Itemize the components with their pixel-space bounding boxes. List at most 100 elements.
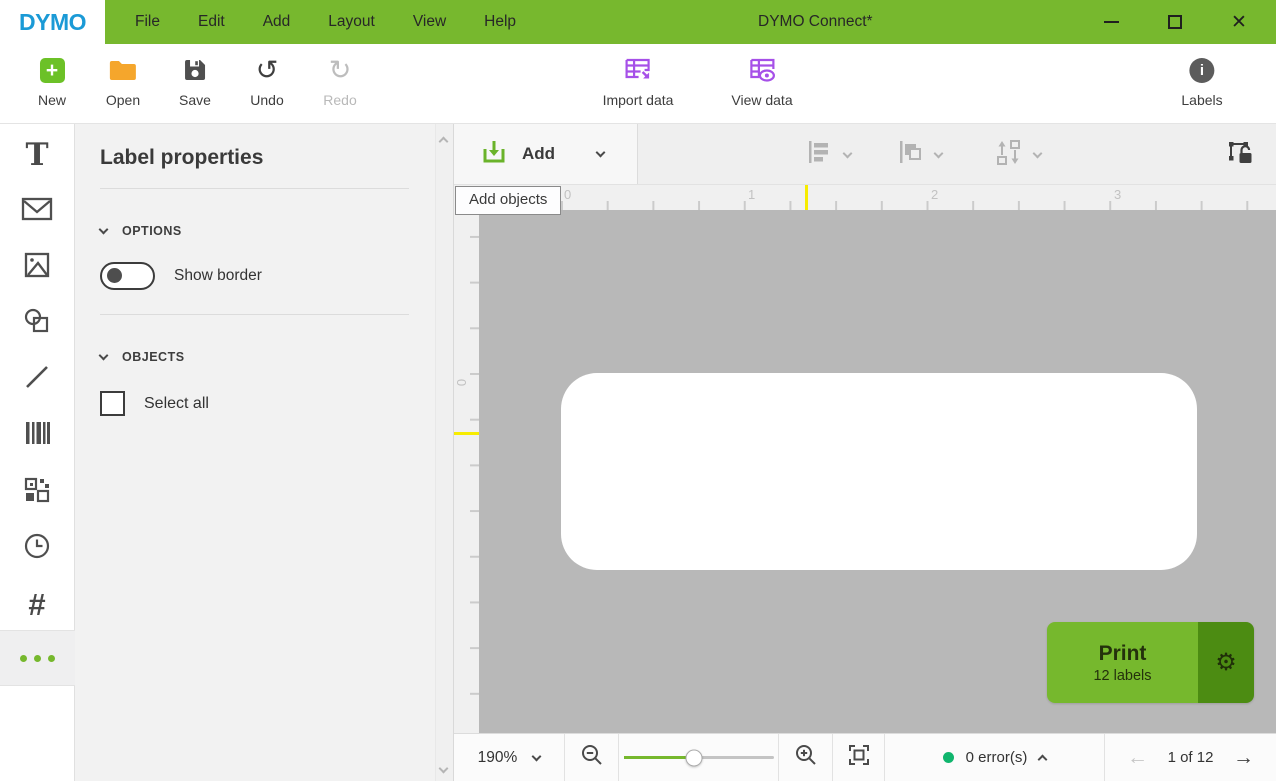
chevron-down-icon bbox=[596, 148, 606, 158]
close-icon: ✕ bbox=[1231, 13, 1247, 32]
barcode-tool-button[interactable] bbox=[19, 417, 55, 453]
align-dropdown[interactable] bbox=[806, 124, 851, 185]
divider bbox=[100, 188, 409, 189]
cursor-position-marker bbox=[805, 185, 808, 210]
open-button[interactable]: Open bbox=[106, 55, 140, 108]
qrcode-tool-button[interactable] bbox=[19, 474, 55, 510]
zoom-out-button[interactable] bbox=[564, 734, 618, 781]
import-data-button[interactable]: Import data bbox=[603, 55, 674, 108]
maximize-button[interactable] bbox=[1156, 7, 1194, 37]
zoom-in-icon bbox=[794, 743, 818, 772]
arrange-dropdown[interactable] bbox=[897, 124, 942, 185]
print-button[interactable]: Print 12 labels ⚙ bbox=[1047, 622, 1254, 703]
slider-fill bbox=[624, 756, 695, 759]
ruler-number: 1 bbox=[748, 187, 755, 202]
label-pager: ← 1 of 12 → bbox=[1104, 734, 1276, 781]
text-tool-icon: T bbox=[25, 140, 48, 171]
divider bbox=[100, 314, 409, 315]
zoom-in-button[interactable] bbox=[778, 734, 832, 781]
save-label: Save bbox=[179, 92, 211, 108]
object-tools-sidebar: T # bbox=[0, 124, 75, 781]
toggle-knob bbox=[107, 268, 122, 283]
main-area: T # bbox=[0, 124, 1276, 781]
line-icon bbox=[23, 363, 51, 396]
print-count-label: 12 labels bbox=[1093, 668, 1151, 684]
new-label: New bbox=[38, 92, 66, 108]
new-button[interactable]: + New bbox=[38, 55, 66, 108]
menu-file[interactable]: File bbox=[135, 13, 160, 31]
add-icon bbox=[480, 138, 508, 171]
chevron-down-icon bbox=[532, 751, 542, 761]
horizontal-ruler: 0 1 2 3 bbox=[454, 185, 1276, 210]
more-tools-button[interactable] bbox=[0, 630, 75, 686]
print-button-main[interactable]: Print 12 labels bbox=[1047, 622, 1198, 703]
errors-count-label: 0 error(s) bbox=[966, 749, 1028, 766]
errors-status[interactable]: 0 error(s) bbox=[884, 734, 1104, 781]
barcode-icon bbox=[23, 420, 51, 451]
print-settings-button[interactable]: ⚙ bbox=[1198, 622, 1254, 703]
fit-icon bbox=[847, 743, 871, 772]
redo-button[interactable]: ↻ Redo bbox=[323, 55, 356, 108]
slider-track[interactable] bbox=[624, 756, 774, 759]
menu-bar: File Edit Add Layout View Help bbox=[105, 0, 516, 44]
menu-layout[interactable]: Layout bbox=[328, 13, 375, 31]
distribute-dropdown[interactable] bbox=[994, 124, 1041, 185]
labels-button[interactable]: i Labels bbox=[1181, 55, 1222, 108]
save-button[interactable]: Save bbox=[179, 55, 211, 108]
label-surface[interactable] bbox=[561, 373, 1197, 570]
panel-scrollbar[interactable] bbox=[435, 124, 453, 781]
select-all-checkbox[interactable] bbox=[100, 391, 125, 416]
close-button[interactable]: ✕ bbox=[1220, 7, 1258, 37]
open-label: Open bbox=[106, 92, 140, 108]
menu-edit[interactable]: Edit bbox=[198, 13, 225, 31]
chevron-up-icon bbox=[1038, 755, 1048, 765]
minimize-icon bbox=[1104, 21, 1119, 23]
add-objects-tooltip: Add objects bbox=[455, 186, 561, 215]
image-icon bbox=[23, 251, 51, 284]
chevron-down-icon bbox=[99, 225, 109, 235]
minimize-button[interactable] bbox=[1092, 7, 1130, 37]
objects-section-header[interactable]: OBJECTS bbox=[100, 350, 409, 364]
address-tool-button[interactable] bbox=[19, 193, 55, 229]
previous-label-button[interactable]: ← bbox=[1127, 747, 1148, 768]
options-section-header[interactable]: OPTIONS bbox=[100, 224, 409, 238]
open-folder-icon bbox=[108, 55, 138, 85]
show-border-label: Show border bbox=[174, 267, 262, 285]
arrange-layers-icon bbox=[897, 139, 923, 170]
unlock-icon bbox=[1227, 139, 1254, 171]
show-border-toggle[interactable] bbox=[100, 262, 155, 290]
chevron-down-icon bbox=[843, 148, 853, 158]
lock-objects-button[interactable] bbox=[1227, 124, 1254, 185]
clock-icon bbox=[23, 532, 51, 565]
menu-add[interactable]: Add bbox=[263, 13, 291, 31]
image-tool-button[interactable] bbox=[19, 249, 55, 285]
view-data-button[interactable]: View data bbox=[731, 55, 792, 108]
ellipsis-icon bbox=[20, 655, 27, 662]
fit-to-window-button[interactable] bbox=[832, 734, 884, 781]
date-time-tool-button[interactable] bbox=[19, 530, 55, 566]
add-objects-button[interactable]: Add bbox=[454, 124, 638, 184]
gear-icon: ⚙ bbox=[1215, 651, 1237, 675]
undo-button[interactable]: ↺ Undo bbox=[250, 55, 283, 108]
envelope-icon bbox=[21, 197, 53, 226]
menu-view[interactable]: View bbox=[413, 13, 446, 31]
scroll-up-icon[interactable] bbox=[439, 137, 449, 147]
text-tool-button[interactable]: T bbox=[19, 137, 55, 173]
window-title: DYMO Connect* bbox=[758, 0, 873, 44]
line-tool-button[interactable] bbox=[19, 361, 55, 397]
next-label-button[interactable]: → bbox=[1233, 747, 1254, 768]
menu-help[interactable]: Help bbox=[484, 13, 516, 31]
scroll-down-icon[interactable] bbox=[439, 764, 449, 774]
zoom-level-dropdown[interactable]: 190% bbox=[454, 734, 564, 781]
print-label: Print bbox=[1099, 642, 1147, 666]
zoom-slider[interactable] bbox=[618, 734, 778, 781]
slider-thumb[interactable] bbox=[686, 749, 703, 766]
counter-tool-button[interactable]: # bbox=[19, 586, 55, 622]
ruler-number: 3 bbox=[1114, 187, 1121, 202]
objects-header-label: OBJECTS bbox=[122, 350, 185, 364]
zoom-out-icon bbox=[580, 743, 604, 772]
import-data-label: Import data bbox=[603, 92, 674, 108]
design-canvas[interactable]: Print 12 labels ⚙ bbox=[479, 210, 1276, 733]
shape-tool-button[interactable] bbox=[19, 305, 55, 341]
vertical-ruler: 0 bbox=[454, 210, 479, 733]
